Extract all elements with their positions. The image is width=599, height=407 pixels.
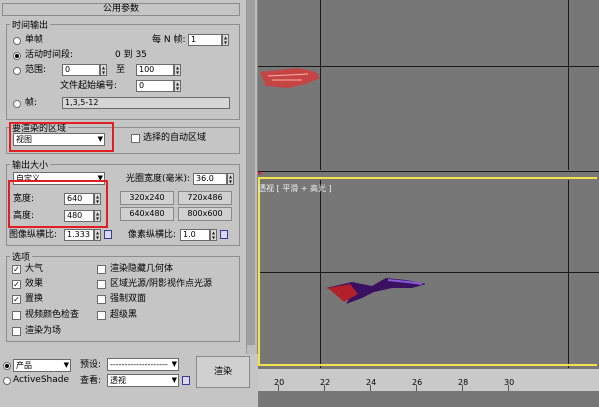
force-2sided-label: 强制双面: [110, 294, 147, 304]
highlight-box: [9, 122, 114, 152]
single-frame-radio[interactable]: [13, 37, 21, 45]
preset-label: 预设:: [80, 360, 102, 370]
every-n-spinner[interactable]: ▲ ▼: [222, 34, 229, 46]
lock-icon[interactable]: [104, 230, 112, 239]
range-label: 范围:: [25, 65, 47, 75]
area-lights-label: 区域光源/阴影视作点光源: [110, 279, 213, 289]
image-aspect-spinner[interactable]: ▲ ▼: [94, 229, 101, 241]
every-n-field[interactable]: 1: [188, 34, 222, 46]
render-fields-checkbox[interactable]: [12, 327, 21, 336]
every-n-label: 每 N 帧:: [152, 35, 186, 45]
chevron-down-icon: ▼: [171, 360, 177, 368]
aperture-spinner[interactable]: ▲ ▼: [227, 173, 234, 185]
frames-field[interactable]: 1,3,5-12: [62, 97, 230, 109]
preset-dropdown[interactable]: -------------------- ▼: [107, 358, 179, 371]
range-to-label: 至: [116, 65, 126, 75]
rollout-title[interactable]: 公用参数: [2, 3, 240, 16]
lock-icon[interactable]: [220, 230, 228, 239]
file-start-field[interactable]: 0: [136, 80, 174, 92]
render-hidden-checkbox[interactable]: [97, 265, 106, 274]
video-check-checkbox[interactable]: [12, 311, 21, 320]
scrollbar-thumb[interactable]: [247, 0, 255, 345]
super-black-checkbox[interactable]: [97, 311, 106, 320]
pixel-aspect-field[interactable]: 1.0: [180, 229, 210, 241]
range-from-field[interactable]: 0: [62, 64, 100, 76]
activeshade-radio[interactable]: [3, 377, 11, 385]
timeline-ruler[interactable]: 20 22 24 26 28 30: [258, 368, 599, 391]
image-aspect-label: 图像纵横比:: [9, 230, 58, 240]
effects-label: 效果: [25, 279, 44, 289]
frames-label: 帧:: [25, 98, 38, 108]
aperture-label: 光圈宽度(毫米):: [126, 174, 191, 184]
preset-800x600-button[interactable]: 800x600: [178, 207, 232, 221]
view-label: 查看:: [80, 376, 102, 386]
ruler-label: 22: [320, 378, 331, 387]
active-segment-label: 活动时间段:: [25, 50, 74, 60]
range-to-spinner[interactable]: ▲ ▼: [174, 64, 181, 76]
highlight-box: [8, 180, 108, 228]
preset-640x480-button[interactable]: 640x480: [120, 207, 174, 221]
product-radio[interactable]: [3, 362, 11, 370]
auto-region-checkbox[interactable]: [131, 134, 140, 143]
atmosphere-label: 大气: [25, 264, 44, 274]
pixel-aspect-spinner[interactable]: ▲ ▼: [210, 229, 217, 241]
render-button[interactable]: 渲染: [196, 356, 250, 388]
lock-icon[interactable]: [182, 376, 190, 385]
product-value: 产品: [16, 361, 32, 370]
displacement-checkbox[interactable]: ✓: [12, 295, 21, 304]
chevron-down-icon: ▼: [171, 376, 177, 384]
pixel-aspect-label: 像素纵横比:: [128, 230, 177, 240]
activeshade-label: ActiveShade: [13, 375, 70, 385]
aperture-field[interactable]: 36.0: [193, 173, 227, 185]
atmosphere-checkbox[interactable]: ✓: [12, 265, 21, 274]
product-dropdown[interactable]: 产品 ▼: [13, 359, 71, 372]
render-fields-label: 渲染为场: [25, 326, 62, 336]
image-aspect-field[interactable]: 1.333: [64, 229, 94, 241]
options-label: 选项: [10, 250, 33, 263]
ruler-label: 20: [274, 378, 285, 387]
video-check-label: 视频颜色检查: [25, 310, 80, 320]
view-dropdown[interactable]: 透视 ▼: [107, 374, 179, 387]
file-start-label: 文件起始编号:: [60, 81, 118, 91]
preset-value: --------------------: [110, 360, 168, 369]
frames-radio[interactable]: [13, 100, 21, 108]
chevron-down-icon: ▼: [63, 361, 69, 369]
ruler-label: 26: [412, 378, 423, 387]
active-segment-radio[interactable]: [13, 52, 21, 60]
super-black-label: 超级黑: [110, 310, 138, 320]
time-output-label: 时间输出: [10, 18, 51, 31]
ruler-label: 28: [458, 378, 469, 387]
auto-region-label: 选择的自动区域: [143, 133, 207, 143]
active-segment-range: 0 到 35: [115, 50, 147, 60]
file-start-spinner[interactable]: ▲ ▼: [174, 80, 181, 92]
preset-320x240-button[interactable]: 320x240: [120, 191, 174, 205]
range-radio[interactable]: [13, 67, 21, 75]
output-size-label: 输出大小: [10, 158, 51, 171]
single-frame-label: 单帧: [25, 35, 44, 45]
ruler-label: 30: [504, 378, 515, 387]
displacement-label: 置换: [25, 294, 44, 304]
area-lights-checkbox[interactable]: [97, 280, 106, 289]
render-hidden-label: 渲染隐藏几何体: [110, 264, 174, 274]
effects-checkbox[interactable]: ✓: [12, 280, 21, 289]
ruler-label: 24: [366, 378, 377, 387]
range-to-field[interactable]: 100: [136, 64, 174, 76]
force-2sided-checkbox[interactable]: [97, 295, 106, 304]
preset-720x486-button[interactable]: 720x486: [178, 191, 232, 205]
range-from-spinner[interactable]: ▲ ▼: [100, 64, 107, 76]
view-value: 透视: [110, 376, 126, 385]
